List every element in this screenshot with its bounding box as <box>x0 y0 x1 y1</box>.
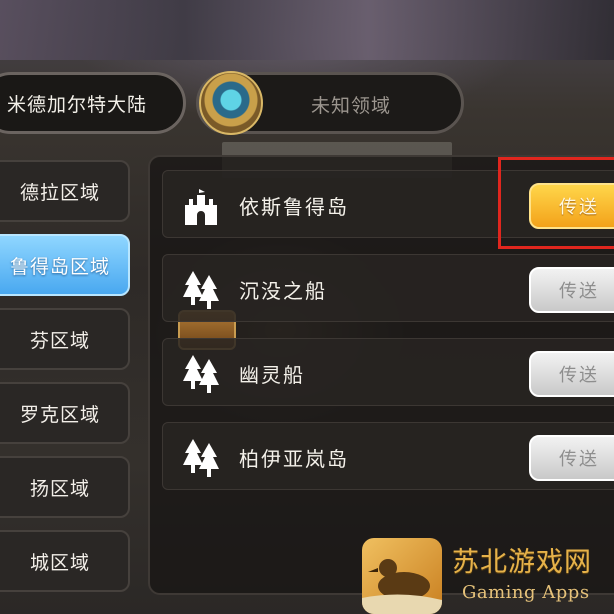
unknown-region-label: 未知领域 <box>311 95 392 117</box>
watermark-subtitle: Gaming Apps <box>462 582 590 603</box>
pine-trees-icon <box>183 271 219 309</box>
sidebar-item-5[interactable]: 城区域 <box>0 530 130 592</box>
location-name: 沉没之船 <box>239 279 327 303</box>
teleport-button[interactable]: 传送 <box>529 351 614 397</box>
teleport-button[interactable]: 传送 <box>529 435 614 481</box>
highlight-annotation-box <box>498 157 614 249</box>
sidebar-item-label: 罗克区域 <box>19 403 100 426</box>
scene-art-top <box>0 0 614 60</box>
sidebar-item-label: 城区域 <box>29 551 90 574</box>
location-name: 依斯鲁得岛 <box>239 195 349 219</box>
location-row: 柏伊亚岚岛 传送 <box>162 422 614 490</box>
location-row: 幽灵船 传送 <box>162 338 614 406</box>
sidebar-item-label: 芬区域 <box>29 329 90 352</box>
teleport-button-label: 传送 <box>559 281 599 302</box>
location-name: 幽灵船 <box>239 363 305 387</box>
pine-trees-icon <box>183 355 219 393</box>
sidebar-item-label: 扬区域 <box>29 477 90 500</box>
watermark-duck-logo <box>362 538 442 614</box>
location-row: 沉没之船 传送 <box>162 254 614 322</box>
unknown-region-button[interactable]: 未知领域 <box>196 71 464 135</box>
teleport-button-label: 传送 <box>559 365 599 386</box>
sidebar-item-4[interactable]: 扬区域 <box>0 456 130 518</box>
sidebar-item-1[interactable]: 鲁得岛区域 <box>0 234 130 296</box>
sidebar-item-label: 鲁得岛区域 <box>9 255 110 278</box>
region-emblem-icon <box>199 71 263 135</box>
sidebar-item-label: 德拉区域 <box>19 181 100 204</box>
castle-icon <box>185 189 217 225</box>
current-region-button[interactable]: 米德加尔特大陆 <box>0 72 186 134</box>
sidebar-item-2[interactable]: 芬区域 <box>0 308 130 370</box>
sidebar-item-3[interactable]: 罗克区域 <box>0 382 130 444</box>
teleport-button[interactable]: 传送 <box>529 267 614 313</box>
pine-trees-icon <box>183 439 219 477</box>
location-name: 柏伊亚岚岛 <box>239 447 349 471</box>
watermark-title: 苏北游戏网 <box>452 547 592 578</box>
current-region-label: 米德加尔特大陆 <box>7 93 148 116</box>
teleport-button-label: 传送 <box>559 449 599 470</box>
sidebar-item-0[interactable]: 德拉区域 <box>0 160 130 222</box>
